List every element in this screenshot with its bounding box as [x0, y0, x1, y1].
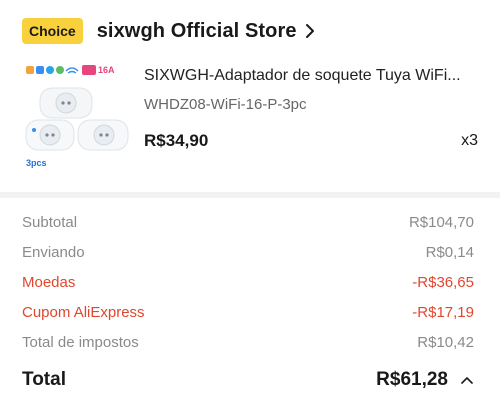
- summary-label: Subtotal: [22, 213, 78, 231]
- store-name[interactable]: sixwgh Official Store: [97, 20, 297, 43]
- choice-badge: Choice: [22, 18, 83, 44]
- summary-value: -R$17,19: [412, 303, 474, 321]
- plug-right: [77, 119, 129, 151]
- plug-back: [39, 87, 93, 119]
- tuya-icon: [36, 66, 44, 74]
- product-item[interactable]: 16A 3pcs SIXWGH-Adaptador de soquete Tuy…: [22, 62, 482, 177]
- summary-value: R$104,70: [408, 213, 474, 231]
- summary-row-subtotal: Subtotal R$104,70: [22, 207, 474, 237]
- store-header[interactable]: Choice sixwgh Official Store: [22, 14, 315, 48]
- product-title[interactable]: SIXWGH-Adaptador de soquete Tuya WiFi...: [144, 67, 474, 85]
- summary-row-taxes: Total de impostos R$10,42: [22, 327, 474, 357]
- total-value: R$61,28: [376, 369, 448, 390]
- feature-icons: [26, 65, 96, 75]
- alexa-icon: [46, 66, 54, 74]
- plug-left: [25, 119, 75, 151]
- product-thumbnail[interactable]: 16A 3pcs: [22, 62, 132, 172]
- summary-value: R$0,14: [425, 243, 474, 261]
- summary-value: -R$36,65: [412, 273, 474, 291]
- wifi-badge-icon: [82, 65, 96, 75]
- total-label: Total: [22, 369, 66, 390]
- total-row[interactable]: Total R$61,28: [22, 365, 474, 395]
- summary-value: R$10,42: [417, 333, 474, 351]
- order-summary: Subtotal R$104,70 Enviando R$0,14 Moedas…: [22, 207, 474, 395]
- amp-badge: 16A: [98, 65, 115, 75]
- wifi-icon: [65, 67, 79, 74]
- chevron-up-icon[interactable]: [460, 375, 474, 385]
- chevron-right-icon[interactable]: [305, 23, 315, 39]
- summary-row-coupon: Cupom AliExpress -R$17,19: [22, 297, 474, 327]
- product-quantity: x3: [461, 132, 478, 149]
- section-divider: [0, 192, 500, 198]
- summary-row-shipping: Enviando R$0,14: [22, 237, 474, 267]
- summary-label: Enviando: [22, 243, 85, 261]
- product-variant: WHDZ08-WiFi-16-P-3pc: [144, 96, 307, 113]
- summary-label: Cupom AliExpress: [22, 303, 145, 321]
- smart-life-icon: [26, 66, 34, 74]
- product-price: R$34,90: [144, 131, 209, 150]
- summary-label: Moedas: [22, 273, 76, 291]
- summary-row-coins: Moedas -R$36,65: [22, 267, 474, 297]
- google-icon: [56, 66, 64, 74]
- total-right[interactable]: R$61,28: [376, 369, 474, 391]
- summary-label: Total de impostos: [22, 333, 139, 351]
- pack-label: 3pcs: [26, 158, 47, 168]
